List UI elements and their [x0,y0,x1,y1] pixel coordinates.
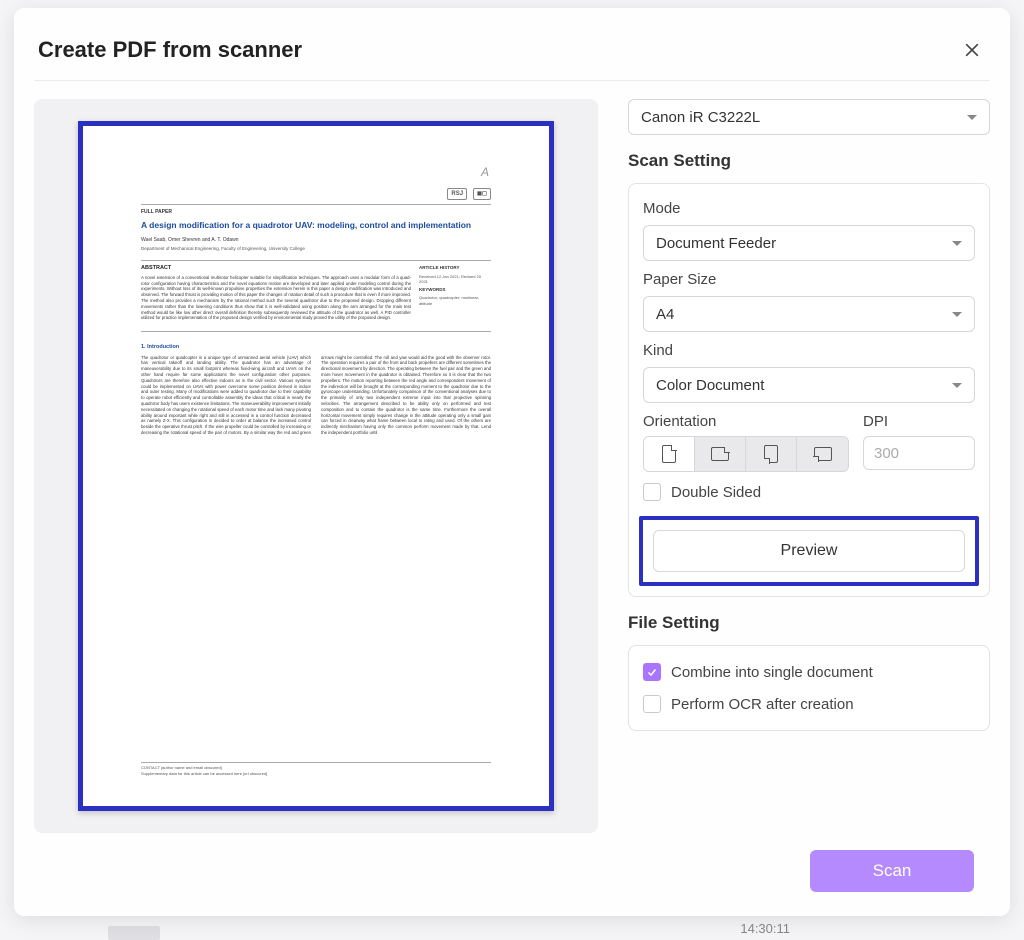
settings-panel: Canon iR C3222L Scan Setting Mode Docume… [628,99,990,833]
chevron-down-icon [952,241,962,246]
mode-label: Mode [643,200,975,217]
chevron-down-icon [952,383,962,388]
scan-button[interactable]: Scan [810,850,974,892]
doc-intro-text: The quadrotor or quadcopter is a unique … [141,355,491,436]
mode-select-value: Document Feeder [656,235,776,252]
preview-button[interactable]: Preview [653,530,965,572]
doc-keywords-heading: KEYWORDS [419,287,491,293]
doc-footer-line-2: Supplementary data for this article can … [141,771,491,776]
landscape-flip-icon [814,447,832,461]
orientation-landscape-flip[interactable] [797,437,848,471]
doc-footer: CONTACT [author name and email obscured]… [141,762,491,776]
orientation-group [643,436,849,472]
combine-label: Combine into single document [671,664,873,681]
double-sided-checkbox[interactable] [643,483,661,501]
doc-paper-type: FULL PAPER [141,209,491,216]
doc-abstract-text: A novel extension of a conventional mult… [141,275,411,321]
doc-paper-title: A design modification for a quadrotor UA… [141,220,491,231]
close-button[interactable] [958,36,986,64]
background-time-fragment: 14:30:11 [740,921,790,936]
preview-button-highlight: Preview [639,516,979,586]
orientation-landscape[interactable] [695,437,746,471]
chevron-down-icon [952,312,962,317]
paper-size-select[interactable]: A4 [643,296,975,332]
dialog-title: Create PDF from scanner [38,37,302,63]
doc-abstract-heading: ABSTRACT [141,265,411,272]
close-icon [962,40,982,60]
dpi-input[interactable] [863,436,975,470]
scan-setting-title: Scan Setting [628,151,990,171]
file-setting-title: File Setting [628,613,990,633]
doc-authors: Wael Saab, Omer Shevren and A. T. Odawn [141,237,491,244]
doc-journal-logo-2: ◼◻ [473,188,491,200]
doc-keywords-text: Quadrotor; quadcopter; nonlinear; attitu… [419,295,491,306]
kind-select[interactable]: Color Document [643,367,975,403]
background-thumbnail [108,926,160,940]
ocr-label: Perform OCR after creation [671,696,854,713]
dpi-label: DPI [863,413,975,430]
orientation-label: Orientation [643,413,849,430]
doc-affiliation: Department of Mechanical Engineering, Fa… [141,246,491,252]
dialog-header: Create PDF from scanner [34,28,990,81]
orientation-portrait-flip[interactable] [746,437,797,471]
chevron-down-icon [967,115,977,120]
double-sided-label: Double Sided [671,484,761,501]
kind-label: Kind [643,342,975,359]
scanner-select[interactable]: Canon iR C3222L [628,99,990,135]
doc-corner-mark: A [141,164,491,180]
kind-select-value: Color Document [656,377,764,394]
preview-panel: A RSJ ◼◻ FULL PAPER A design modificatio… [34,99,598,833]
doc-journal-logo-1: RSJ [447,188,467,200]
doc-intro-heading: 1. Introduction [141,344,491,351]
scanned-page-preview[interactable]: A RSJ ◼◻ FULL PAPER A design modificatio… [78,121,554,811]
combine-checkbox[interactable] [643,663,661,681]
paper-size-select-value: A4 [656,306,674,323]
landscape-icon [711,447,729,461]
preview-button-label: Preview [781,542,838,560]
doc-history-text: Received 12 Jan 2021; Revised 20 2021 [419,274,491,285]
paper-size-label: Paper Size [643,271,975,288]
ocr-checkbox[interactable] [643,695,661,713]
check-icon [646,666,658,678]
scan-button-label: Scan [873,861,912,881]
file-setting-box: Combine into single document Perform OCR… [628,645,990,731]
portrait-flip-icon [764,445,778,463]
create-pdf-dialog: Create PDF from scanner A RSJ ◼◻ FULL PA… [14,8,1010,916]
scanner-select-value: Canon iR C3222L [641,109,760,126]
orientation-portrait[interactable] [644,437,695,471]
doc-journal-logos: RSJ ◼◻ [141,188,491,200]
doc-history-heading: ARTICLE HISTORY [419,265,491,271]
scan-setting-box: Mode Document Feeder Paper Size A4 Kind … [628,183,990,597]
portrait-icon [662,445,676,463]
mode-select[interactable]: Document Feeder [643,225,975,261]
